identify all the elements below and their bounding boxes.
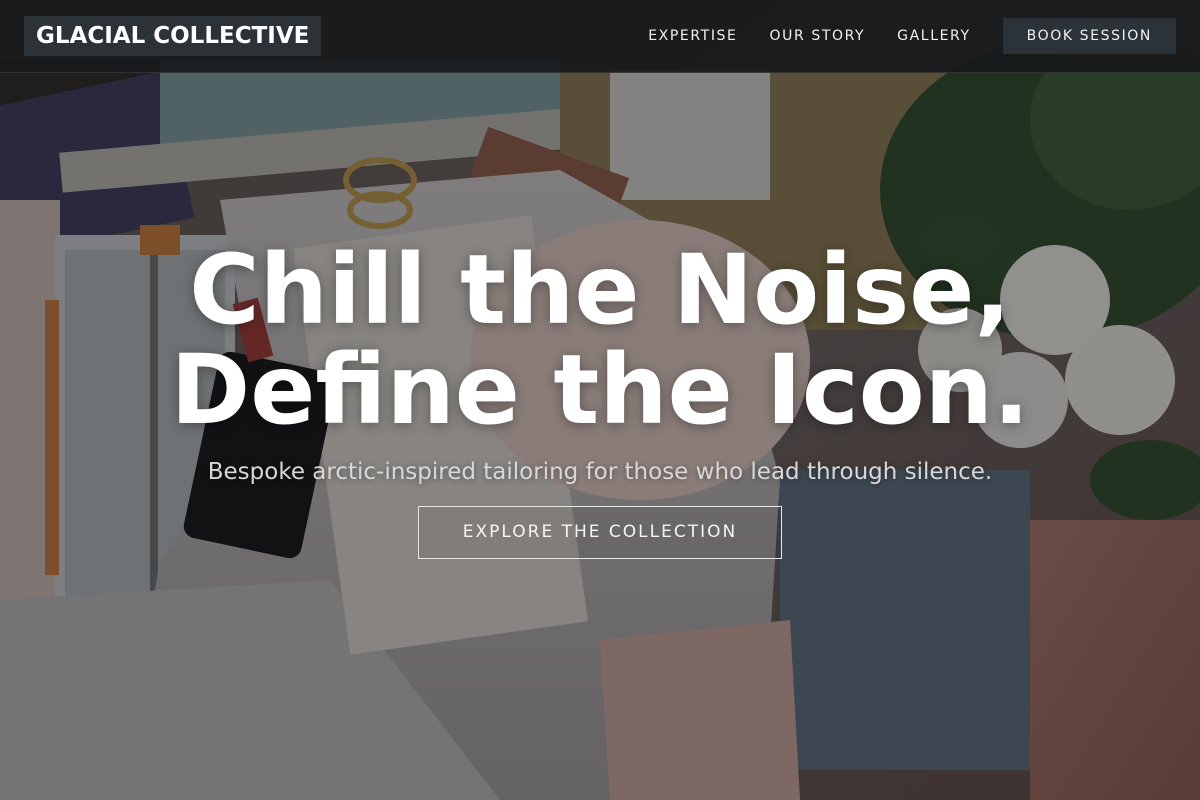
nav-link-expertise[interactable]: EXPERTISE (648, 28, 737, 44)
hero-headline-line2: Define the Icon. (170, 334, 1030, 446)
site-header: GLACIAL COLLECTIVE EXPERTISE OUR STORY G… (0, 0, 1200, 73)
hero-headline: Chill the Noise, Define the Icon. (0, 240, 1200, 440)
brand-logo[interactable]: GLACIAL COLLECTIVE (24, 16, 322, 56)
nav-link-our-story[interactable]: OUR STORY (769, 28, 865, 44)
hero-section: GLACIAL COLLECTIVE EXPERTISE OUR STORY G… (0, 0, 1200, 800)
hero-headline-line1: Chill the Noise, (189, 234, 1011, 346)
book-session-button[interactable]: BOOK SESSION (1002, 18, 1176, 54)
nav-link-gallery[interactable]: GALLERY (897, 28, 970, 44)
explore-collection-button[interactable]: EXPLORE THE COLLECTION (418, 506, 782, 559)
main-nav: EXPERTISE OUR STORY GALLERY BOOK SESSION (648, 18, 1176, 54)
hero-subheadline: Bespoke arctic-inspired tailoring for th… (207, 459, 993, 485)
hero-content: Chill the Noise, Define the Icon. Bespok… (0, 240, 1200, 559)
